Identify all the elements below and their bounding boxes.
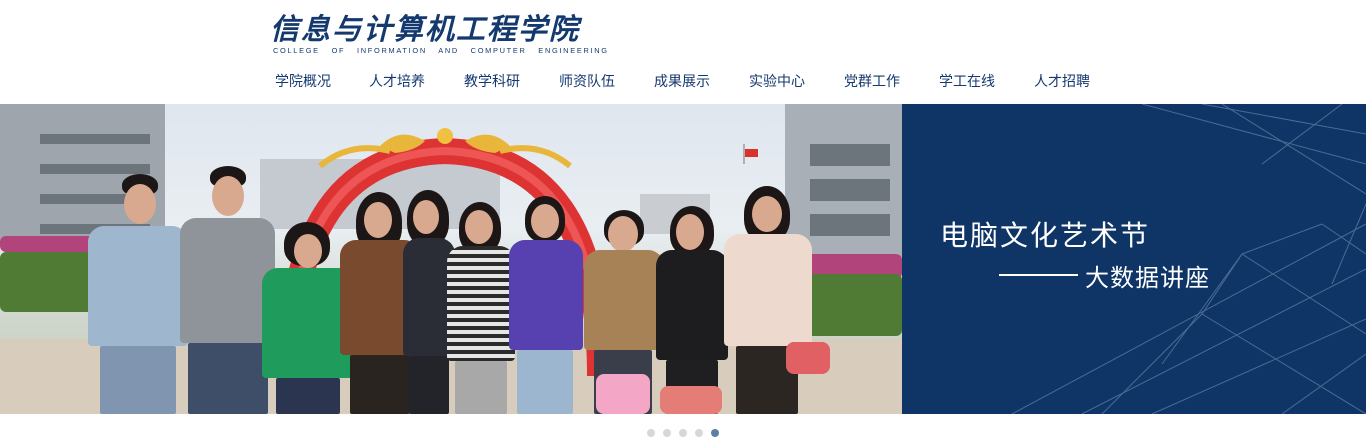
banner-caption-panel: 电脑文化艺术节 大数据讲座 <box>902 104 1366 414</box>
slider-dot-3[interactable] <box>679 429 687 437</box>
person-9 <box>656 206 728 414</box>
person-7 <box>509 196 583 414</box>
banner-title: 电脑文化艺术节 <box>940 219 1151 252</box>
banner-subtitle: 大数据讲座 <box>1085 264 1210 292</box>
slider-dot-4[interactable] <box>695 429 703 437</box>
college-logo[interactable]: 信息与计算机工程学院 COLLEGE OF INFORMATION AND CO… <box>270 12 609 58</box>
nav-item-talent-cultivation[interactable]: 人才培养 <box>369 70 425 94</box>
logo-english-name: COLLEGE OF INFORMATION AND COMPUTER ENGI… <box>273 46 609 55</box>
slider-dot-1[interactable] <box>647 429 655 437</box>
nav-item-recruitment[interactable]: 人才招聘 <box>1034 70 1090 94</box>
slider-dot-5-active[interactable] <box>711 429 719 437</box>
person-2 <box>180 166 275 414</box>
flag-icon <box>743 144 758 164</box>
person-1 <box>88 174 188 414</box>
subtitle-dash <box>999 274 1078 276</box>
slider-dot-2[interactable] <box>663 429 671 437</box>
handbag-coral <box>660 386 722 414</box>
site-header: 信息与计算机工程学院 COLLEGE OF INFORMATION AND CO… <box>0 0 1366 104</box>
nav-item-achievements[interactable]: 成果展示 <box>654 70 710 94</box>
handbag-pink <box>596 374 650 414</box>
nav-item-faculty[interactable]: 师资队伍 <box>559 70 615 94</box>
nav-item-student-affairs[interactable]: 学工在线 <box>939 70 995 94</box>
hedge-left <box>0 252 95 312</box>
hero-banner[interactable]: 电脑文化艺术节 大数据讲座 <box>0 104 1366 414</box>
handbag-red <box>786 342 830 374</box>
nav-item-party-work[interactable]: 党群工作 <box>844 70 900 94</box>
banner-photo <box>0 104 902 414</box>
nav-item-college-overview[interactable]: 学院概况 <box>275 70 331 94</box>
logo-chinese-name: 信息与计算机工程学院 <box>270 12 581 46</box>
person-10 <box>724 186 812 414</box>
nav-item-lab-center[interactable]: 实验中心 <box>749 70 805 94</box>
person-6 <box>447 202 515 414</box>
nav-item-teaching-research[interactable]: 教学科研 <box>464 70 520 94</box>
